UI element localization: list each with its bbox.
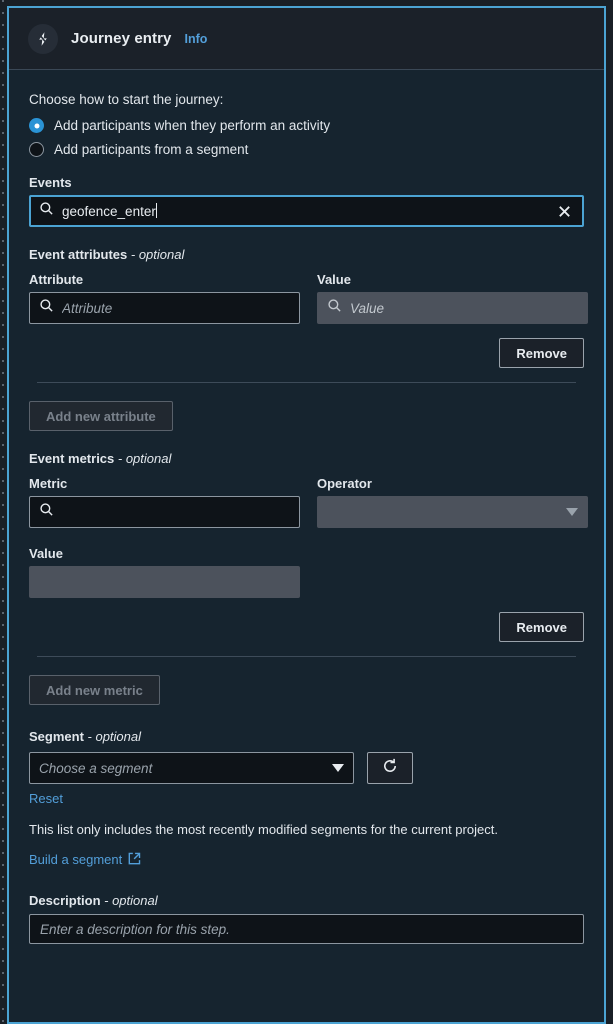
event-metrics-group-label: Event metrics - optional bbox=[29, 451, 172, 466]
chevron-down-icon bbox=[332, 764, 344, 772]
build-a-segment-link[interactable]: Build a segment bbox=[29, 852, 141, 868]
attribute-label: Attribute bbox=[29, 272, 84, 287]
metric-value-column: Value bbox=[29, 546, 300, 598]
attribute-value-label: Value bbox=[317, 272, 351, 287]
journey-entry-panel: Journey entry Info Choose how to start t… bbox=[7, 6, 606, 1024]
attribute-input-placeholder: Attribute bbox=[62, 300, 113, 316]
remove-metric-button[interactable]: Remove bbox=[499, 612, 584, 642]
panel-body: Choose how to start the journey: Add par… bbox=[9, 70, 604, 944]
add-new-metric-button[interactable]: Add new metric bbox=[29, 675, 160, 705]
radio-option-activity[interactable]: Add participants when they perform an ac… bbox=[29, 118, 584, 133]
remove-attribute-button[interactable]: Remove bbox=[499, 338, 584, 368]
node-editor-canvas: Journey entry Info Choose how to start t… bbox=[0, 0, 613, 1024]
metric-value-input bbox=[29, 566, 300, 598]
reset-row: Reset bbox=[29, 790, 584, 808]
segment-row: Choose a segment bbox=[29, 752, 584, 784]
events-input[interactable]: geofence_enter bbox=[29, 195, 584, 227]
metric-label: Metric bbox=[29, 476, 68, 491]
entry-prompt: Choose how to start the journey: bbox=[29, 92, 224, 107]
attribute-input[interactable]: Attribute bbox=[29, 292, 300, 324]
lightning-bolt-icon bbox=[28, 23, 58, 54]
info-link[interactable]: Info bbox=[185, 32, 208, 46]
event-attributes-group-label: Event attributes - optional bbox=[29, 247, 185, 262]
operator-label: Operator bbox=[317, 476, 372, 491]
metrics-divider bbox=[37, 656, 576, 657]
canvas-dotted-rail bbox=[2, 0, 4, 1024]
segment-select-placeholder: Choose a segment bbox=[39, 760, 153, 776]
reset-link[interactable]: Reset bbox=[29, 791, 63, 806]
close-icon[interactable] bbox=[554, 201, 574, 221]
radio-segment-label: Add participants from a segment bbox=[54, 142, 249, 157]
metric-remove-row: Remove bbox=[29, 612, 584, 642]
add-attribute-row: Add new attribute bbox=[29, 401, 584, 431]
attribute-value-column: Value Value bbox=[317, 272, 588, 324]
add-new-attribute-button[interactable]: Add new attribute bbox=[29, 401, 173, 431]
refresh-segments-button[interactable] bbox=[367, 752, 413, 784]
refresh-icon bbox=[381, 757, 399, 780]
search-icon bbox=[39, 502, 54, 522]
attribute-column: Attribute Attribute bbox=[29, 272, 300, 324]
description-textarea[interactable]: Enter a description for this step. bbox=[29, 914, 584, 944]
radio-activity-label: Add participants when they perform an ac… bbox=[54, 118, 331, 133]
events-input-value: geofence_enter bbox=[62, 203, 157, 219]
add-metric-row: Add new metric bbox=[29, 675, 584, 705]
attributes-divider bbox=[37, 382, 576, 383]
radio-segment-indicator[interactable] bbox=[29, 142, 44, 157]
segment-helper-text: This list only includes the most recentl… bbox=[29, 822, 498, 837]
metric-column: Metric bbox=[29, 476, 300, 528]
radio-option-segment[interactable]: Add participants from a segment bbox=[29, 142, 584, 157]
search-icon bbox=[39, 201, 54, 221]
panel-header: Journey entry Info bbox=[9, 8, 604, 70]
description-placeholder: Enter a description for this step. bbox=[40, 921, 230, 937]
external-link-icon bbox=[128, 852, 141, 868]
segment-select[interactable]: Choose a segment bbox=[29, 752, 354, 784]
radio-activity-indicator[interactable] bbox=[29, 118, 44, 133]
metric-input[interactable] bbox=[29, 496, 300, 528]
metric-value-label: Value bbox=[29, 546, 63, 561]
search-icon bbox=[39, 298, 54, 318]
attribute-value-placeholder: Value bbox=[350, 300, 385, 316]
search-icon bbox=[327, 298, 342, 318]
attribute-value-input: Value bbox=[317, 292, 588, 324]
attribute-remove-row: Remove bbox=[29, 338, 584, 368]
page-title: Journey entry bbox=[71, 30, 172, 47]
chevron-down-icon bbox=[566, 508, 578, 516]
operator-column: Operator bbox=[317, 476, 588, 528]
description-group-label: Description - optional bbox=[29, 893, 158, 908]
operator-select bbox=[317, 496, 588, 528]
segment-group-label: Segment - optional bbox=[29, 729, 142, 744]
events-label: Events bbox=[29, 175, 72, 190]
build-segment-row: Build a segment bbox=[29, 851, 584, 869]
build-a-segment-label: Build a segment bbox=[29, 852, 123, 867]
